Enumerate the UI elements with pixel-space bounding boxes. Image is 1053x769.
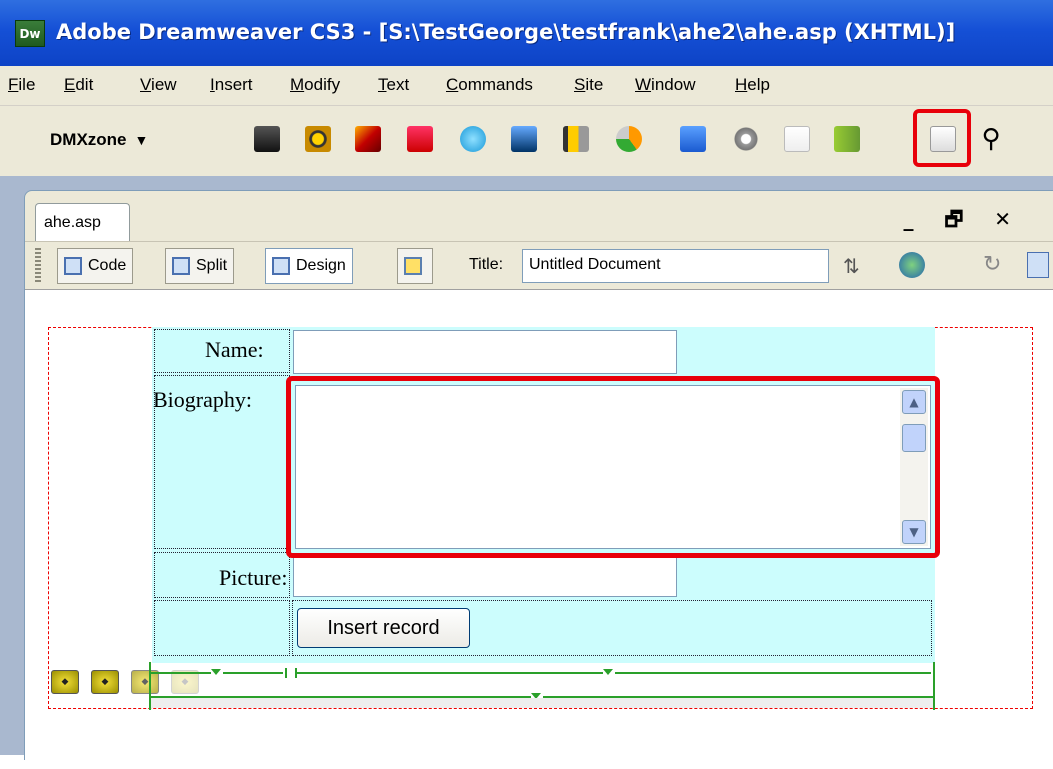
picture-input[interactable] xyxy=(293,553,677,597)
file-management-icon[interactable]: ⇅ xyxy=(843,254,860,278)
refresh-icon[interactable]: ↻ xyxy=(983,252,1001,277)
menu-edit[interactable]: Edit xyxy=(64,75,93,95)
code-view-button[interactable]: Code xyxy=(57,248,134,284)
menu-window[interactable]: Window xyxy=(635,75,695,95)
menu-view[interactable]: View xyxy=(140,75,177,95)
filmstrip-icon[interactable] xyxy=(563,126,589,152)
insert-toolbar: DMXzone ▼ ⚲ xyxy=(0,106,1053,176)
sunflower-icon[interactable] xyxy=(305,126,331,152)
server-script-icon[interactable]: ◆ xyxy=(91,670,119,694)
upload-icon[interactable] xyxy=(784,126,810,152)
table-cell xyxy=(154,600,290,656)
live-data-button[interactable] xyxy=(397,248,433,284)
table-width-guide xyxy=(933,662,935,710)
lightning-icon xyxy=(404,257,422,275)
rss-icon[interactable] xyxy=(680,126,706,152)
window-title: Adobe Dreamweaver CS3 - [S:\TestGeorge\t… xyxy=(56,20,956,44)
biography-highlight-box xyxy=(286,376,940,558)
menu-site[interactable]: Site xyxy=(574,75,603,95)
menu-file[interactable]: File xyxy=(8,75,35,95)
search-icon[interactable]: ⚲ xyxy=(978,126,1004,152)
design-view-button[interactable]: Design xyxy=(265,248,353,284)
picture-label: Picture: xyxy=(219,565,288,590)
title-input[interactable]: Untitled Document xyxy=(522,249,829,283)
name-label: Name: xyxy=(205,337,264,362)
category-dropdown[interactable]: DMXzone ▼ xyxy=(50,130,148,150)
notepad-highlight-box xyxy=(913,109,971,167)
column-width-guide xyxy=(297,672,603,674)
image-icon[interactable] xyxy=(511,126,537,152)
document-toolbar: Code Split Design Title: Untitled Docume… xyxy=(25,241,1053,289)
pro-icon[interactable] xyxy=(254,126,280,152)
flash-icon[interactable] xyxy=(355,126,381,152)
name-input[interactable] xyxy=(293,330,677,374)
biography-label: Biography: xyxy=(153,387,252,412)
menu-commands[interactable]: Commands xyxy=(446,75,533,95)
dreamweaver-logo-icon: Dw xyxy=(15,20,45,47)
column-menu-icon[interactable] xyxy=(603,669,613,675)
menu-bar: File Edit View Insert Modify Text Comman… xyxy=(0,66,1053,106)
document-window: ahe.asp _ 🗗 ✕ Code Split Design Title: U… xyxy=(24,190,1053,769)
design-canvas[interactable]: Name: Biography: Picture: ▲ ▼ Insert rec… xyxy=(25,289,1053,769)
column-width-guide xyxy=(151,672,211,674)
workspace: ahe.asp _ 🗗 ✕ Code Split Design Title: U… xyxy=(0,176,1053,769)
chevron-down-icon: ▼ xyxy=(134,132,149,148)
column-menu-icon[interactable] xyxy=(211,669,221,675)
chart-icon[interactable] xyxy=(616,126,642,152)
server-script-icon[interactable]: ◆ xyxy=(51,670,79,694)
book-icon[interactable] xyxy=(834,126,860,152)
menu-text[interactable]: Text xyxy=(378,75,409,95)
menu-help[interactable]: Help xyxy=(735,75,770,95)
window-controls[interactable]: _ 🗗 ✕ xyxy=(904,205,1023,239)
toolbar-grip[interactable] xyxy=(35,248,41,282)
play-icon[interactable] xyxy=(460,126,486,152)
media-icon[interactable] xyxy=(407,126,433,152)
menu-modify[interactable]: Modify xyxy=(290,75,340,95)
globe-icon[interactable] xyxy=(899,252,925,278)
gear-icon[interactable] xyxy=(733,126,759,152)
menu-insert[interactable]: Insert xyxy=(210,75,253,95)
column-width-guide xyxy=(615,672,931,674)
column-width-guide xyxy=(223,672,283,674)
insert-record-button[interactable]: Insert record xyxy=(297,608,470,648)
title-bar: Dw Adobe Dreamweaver CS3 - [S:\TestGeorg… xyxy=(0,0,1053,66)
split-view-button[interactable]: Split xyxy=(165,248,235,284)
table-width-bar xyxy=(151,698,933,708)
code-icon xyxy=(64,257,82,275)
split-icon xyxy=(172,257,190,275)
view-options-icon[interactable] xyxy=(1027,252,1049,278)
tab-ahe-asp[interactable]: ahe.asp xyxy=(35,203,130,241)
design-icon xyxy=(272,257,290,275)
title-label: Title: xyxy=(469,256,504,273)
column-width-guide xyxy=(285,668,287,678)
